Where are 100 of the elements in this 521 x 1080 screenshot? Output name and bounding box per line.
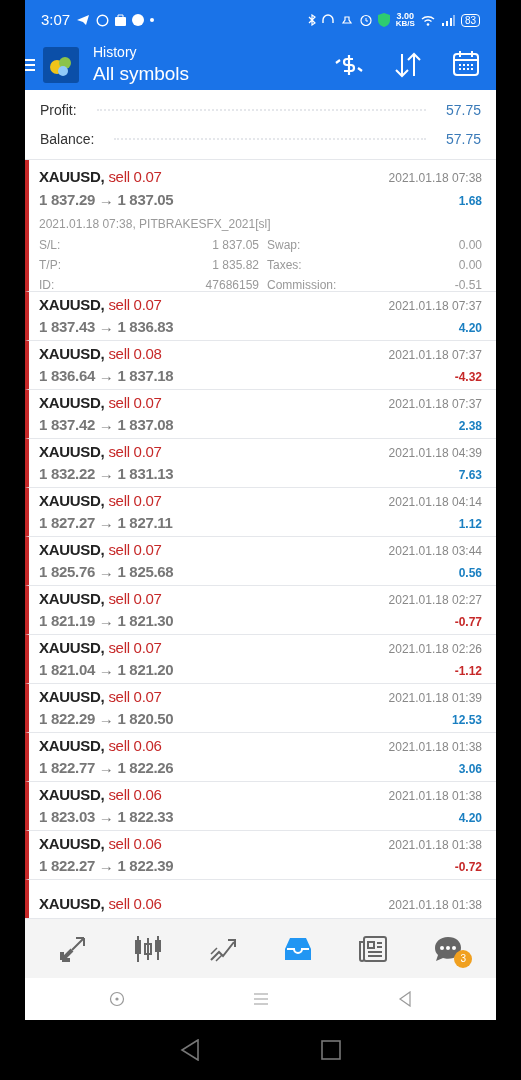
clock: 3:07 <box>41 9 71 30</box>
home-icon[interactable] <box>109 991 126 1007</box>
bluetooth-icon <box>307 14 316 26</box>
deal-profit: -0.77 <box>454 614 482 631</box>
deal-side: sell 0.07 <box>108 441 162 462</box>
deal-symbol: XAUUSD, <box>39 893 105 914</box>
deal-prices: 1 837.43 → 1 836.83 <box>39 317 174 337</box>
deal-side: sell 0.07 <box>108 490 162 511</box>
deal-time: 2021.01.18 04:14 <box>388 493 482 511</box>
summary-value: 57.75 <box>445 129 481 149</box>
sort-icon[interactable] <box>394 52 422 78</box>
deal-profit: 2.38 <box>458 418 482 435</box>
detail-label: Taxes: <box>267 257 303 274</box>
notification-badge: 3 <box>454 949 473 968</box>
deal-symbol: XAUUSD, <box>39 637 105 658</box>
deal-profit: 4.20 <box>458 810 482 827</box>
deal-symbol: XAUUSD, <box>39 784 105 805</box>
deal-side: sell 0.06 <box>108 735 162 756</box>
chat-bubble-icon <box>433 934 464 963</box>
deal-time: 2021.01.18 01:38 <box>388 836 482 854</box>
deal-side: sell 0.07 <box>108 637 162 658</box>
currency-exchange-icon[interactable] <box>334 52 364 78</box>
alarm-icon <box>359 14 372 26</box>
deal-time: 2021.01.18 07:38 <box>388 170 482 187</box>
wifi-icon <box>420 14 435 26</box>
deal-prices: 1 821.19 → 1 821.30 <box>39 611 174 631</box>
deal-profit: 0.56 <box>458 565 482 582</box>
deal-time: 2021.01.18 01:38 <box>388 896 482 914</box>
deal-row[interactable]: XAUUSD, sell 0.06 2021.01.18 01:38 1 823.03 → 1 822.33 4.20 <box>25 782 496 831</box>
screen-title: History <box>93 44 138 62</box>
deal-time: 2021.01.18 07:37 <box>388 395 482 413</box>
deal-row[interactable]: XAUUSD, sell 0.07 2021.01.18 04:14 1 827.27 → 1 827.11 1.12 <box>25 488 496 537</box>
battery-level: 83 <box>460 13 480 27</box>
deal-side: sell 0.06 <box>108 833 162 854</box>
deal-row[interactable]: XAUUSD, sell 0.06 2021.01.18 01:38 1 822.77 → 1 822.26 3.06 <box>25 733 496 782</box>
back-icon[interactable] <box>397 991 412 1007</box>
detail-label: Commission: <box>267 277 338 294</box>
menu-icon[interactable] <box>25 57 35 73</box>
deal-time: 2021.01.18 02:26 <box>388 640 482 658</box>
deal-side: sell 0.07 <box>108 294 162 315</box>
deal-prices: 1 837.29 → 1 837.05 <box>39 189 174 210</box>
detail-value: 47686159 <box>204 277 259 294</box>
deal-profit: -0.72 <box>454 859 482 876</box>
deal-comment: 2021.01.18 07:38, PITBRAKESFX_2021[sl] <box>39 216 272 233</box>
deal-row[interactable]: XAUUSD, sell 0.08 2021.01.18 07:37 1 836.64 → 1 837.18 -4.32 <box>25 341 496 390</box>
deal-symbol: XAUUSD, <box>39 294 105 315</box>
deal-profit: 1.12 <box>458 516 482 533</box>
deal-symbol: XAUUSD, <box>39 539 105 560</box>
detail-value: 0.00 <box>458 237 482 254</box>
deal-time: 2021.01.18 01:39 <box>388 689 482 707</box>
deal-row[interactable]: XAUUSD, sell 0.07 2021.01.18 07:37 1 837.42 → 1 837.08 2.38 <box>25 390 496 439</box>
deal-prices: 1 823.03 → 1 822.33 <box>39 807 174 827</box>
deal-row[interactable]: XAUUSD, sell 0.07 2021.01.18 03:44 1 825.76 → 1 825.68 0.56 <box>25 537 496 586</box>
deal-time: 2021.01.18 03:44 <box>388 542 482 560</box>
shield-icon <box>377 13 390 27</box>
deal-profit: 3.06 <box>458 761 482 778</box>
deal-time: 2021.01.18 04:39 <box>388 444 482 462</box>
deal-row[interactable]: XAUUSD, sell 0.06 2021.01.18 01:38 1 822.27 → 1 822.39 -0.72 <box>25 831 496 880</box>
deal-time: 2021.01.18 02:27 <box>388 591 482 609</box>
deal-side: sell 0.07 <box>108 392 162 413</box>
deal-row[interactable]: XAUUSD, sell 0.07 2021.01.18 02:27 1 821.19 → 1 821.30 -0.77 <box>25 586 496 635</box>
deal-time: 2021.01.18 07:37 <box>388 346 482 364</box>
deal-time: 2021.01.18 01:38 <box>388 787 482 805</box>
newspaper-icon <box>358 933 389 964</box>
recents-icon[interactable] <box>320 1040 341 1060</box>
summary-label: Profit: <box>40 100 77 120</box>
telegram-icon <box>76 14 91 26</box>
deal-profit: 4.20 <box>458 320 482 337</box>
deal-side: sell 0.07 <box>108 686 162 707</box>
deal-side: sell 0.07 <box>108 588 162 609</box>
summary-value: 57.75 <box>445 100 481 120</box>
deal-side: sell 0.07 <box>108 167 162 187</box>
deal-symbol: XAUUSD, <box>39 392 105 413</box>
deal-profit: 7.63 <box>458 467 482 484</box>
app-logo <box>43 47 79 83</box>
deal-symbol: XAUUSD, <box>39 490 105 511</box>
detail-label: Swap: <box>267 237 302 254</box>
speed-unit: KB/S <box>395 20 415 28</box>
detail-value: 1 835.82 <box>211 257 259 274</box>
detail-label: ID: <box>39 277 56 294</box>
calendar-icon[interactable] <box>452 49 480 77</box>
detail-label: T/P: <box>39 257 62 274</box>
deal-side: sell 0.07 <box>108 539 162 560</box>
back-icon[interactable] <box>180 1039 201 1061</box>
deal-row[interactable]: XAUUSD, sell 0.07 2021.01.18 07:37 1 837.43 → 1 836.83 4.20 <box>25 292 496 341</box>
deal-symbol: XAUUSD, <box>39 833 105 854</box>
detail-value: -0.51 <box>454 277 482 294</box>
deal-row[interactable]: XAUUSD, sell 0.07 2021.01.18 02:26 1 821.04 → 1 821.20 -1.12 <box>25 635 496 684</box>
deal-prices: 1 822.29 → 1 820.50 <box>39 709 174 729</box>
deal-row[interactable]: XAUUSD, sell 0.07 2021.01.18 07:38 1 837.29 → 1 837.05 1.68 2021.01.18 07:38, PITBRAKESFX_2021[sl] S/L: 1 837.05 Swap: 0.00 T/P: 1 835.82 Taxes: 0.00 ID: 47686159 Commission: -0.51 <box>25 160 496 292</box>
deal-prices: 1 821.04 → 1 821.20 <box>39 660 174 680</box>
deal-side: sell 0.06 <box>108 893 162 914</box>
deal-prices: 1 822.77 → 1 822.26 <box>39 758 174 778</box>
deal-symbol: XAUUSD, <box>39 735 105 756</box>
deal-symbol: XAUUSD, <box>39 343 105 364</box>
deal-side: sell 0.06 <box>108 784 162 805</box>
deal-row[interactable]: XAUUSD, sell 0.07 2021.01.18 01:39 1 822.29 → 1 820.50 12.53 <box>25 684 496 733</box>
deal-profit: 12.53 <box>451 712 482 729</box>
deal-row[interactable]: XAUUSD, sell 0.07 2021.01.18 04:39 1 832.22 → 1 831.13 7.63 <box>25 439 496 488</box>
headphones-icon <box>321 14 334 26</box>
